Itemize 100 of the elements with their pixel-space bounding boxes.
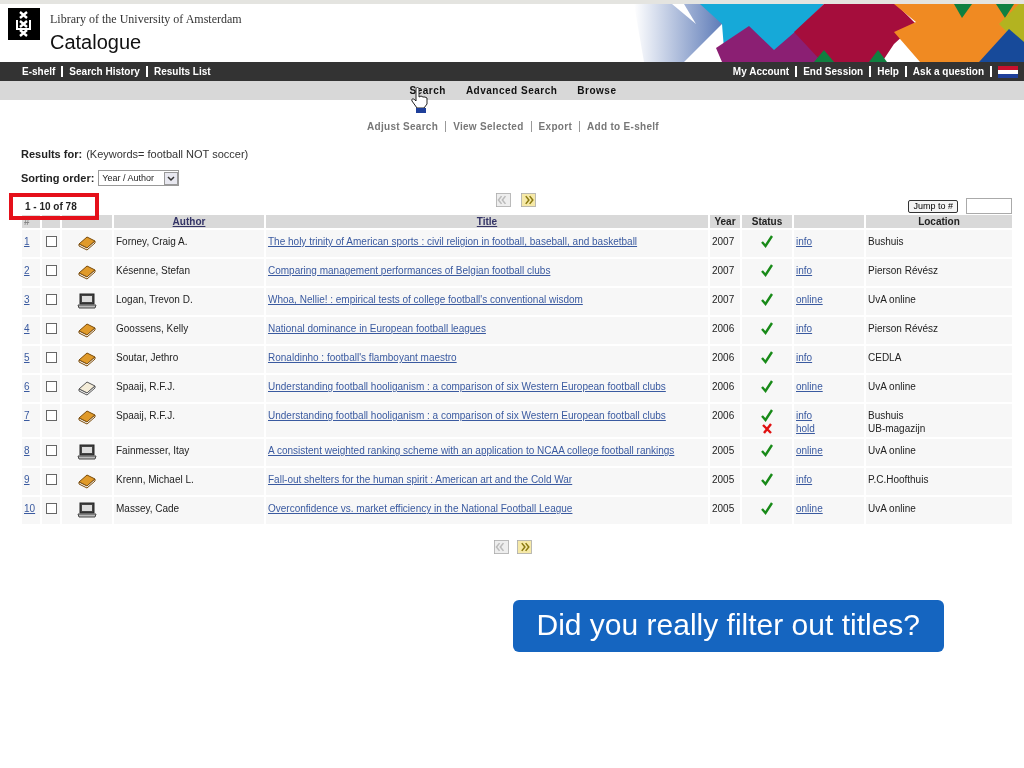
site-title: Catalogue [50, 31, 143, 54]
book-icon [78, 380, 96, 396]
checkbox[interactable] [45, 445, 57, 456]
holding-link[interactable]: info [796, 351, 813, 364]
checkbox[interactable] [45, 503, 57, 514]
results-label: Results for: [21, 148, 83, 160]
author-cell: Késenne, Stefan [116, 265, 190, 276]
holding-link[interactable]: online [796, 380, 823, 393]
author-cell: Fainmesser, Itay [116, 445, 190, 456]
next-page-button[interactable] [519, 193, 538, 207]
author-cell: Forney, Craig A. [116, 236, 188, 247]
nav-link[interactable]: Results List [153, 66, 211, 77]
year-cell: 2005 [712, 474, 735, 485]
sort-column-link[interactable]: Author [172, 216, 206, 227]
nav-link[interactable]: Search History [69, 66, 140, 77]
location-cell: Pierson Révész [868, 264, 939, 277]
holding-link[interactable]: online [796, 293, 823, 306]
result-count: 1 - 10 of 78 [9, 192, 99, 220]
nav-link[interactable]: My Account [732, 66, 790, 77]
book-icon [78, 264, 96, 280]
record-number-link[interactable]: 9 [24, 474, 30, 485]
location-cell: P.C.Hoofthuis [868, 473, 929, 486]
nav-link[interactable]: End Session [803, 66, 864, 77]
location-cell: UvA online [868, 502, 916, 515]
action-link[interactable]: Adjust Search [366, 121, 439, 132]
jump-button[interactable]: Jump to # [908, 199, 958, 213]
flag-icon[interactable] [998, 65, 1018, 78]
checkbox[interactable] [45, 236, 57, 247]
holding-link[interactable]: info [796, 264, 813, 277]
logo-icon [8, 8, 40, 40]
checkbox[interactable] [45, 474, 57, 485]
search-tab[interactable]: Browse [577, 85, 617, 96]
record-number-link[interactable]: 1 [24, 236, 30, 247]
location-cell: UvA online [868, 380, 916, 393]
location-cell: CEDLA [868, 351, 902, 364]
holding-link[interactable]: online [796, 444, 823, 457]
computer-icon [77, 444, 97, 460]
sort-column-link[interactable]: Title [476, 216, 498, 227]
year-cell: 2006 [712, 381, 735, 392]
holding-link[interactable]: info [796, 409, 813, 422]
nav-link[interactable]: Ask a question [912, 66, 984, 77]
location-cell: Pierson Révész [868, 322, 939, 335]
author-cell: Goossens, Kelly [116, 323, 189, 334]
record-number-link[interactable]: 4 [24, 323, 30, 334]
record-number-link[interactable]: 2 [24, 265, 30, 276]
year-cell: 2006 [712, 410, 735, 421]
author-cell: Spaaij, R.F.J. [116, 381, 175, 392]
action-link[interactable]: Export [538, 121, 573, 132]
record-number-link[interactable]: 8 [24, 445, 30, 456]
title-link[interactable]: Ronaldinho : football's flamboyant maestro [268, 352, 457, 363]
book-icon [78, 235, 96, 251]
author-cell: Massey, Cade [116, 503, 180, 514]
institution-name: Library of the University of Amsterdam [50, 12, 242, 27]
author-cell: Krenn, Michael L. [116, 474, 194, 485]
book-icon [78, 409, 96, 425]
search-tab[interactable]: Advanced Search [465, 85, 558, 96]
checkbox[interactable] [45, 352, 57, 363]
computer-icon [77, 502, 97, 518]
holding-link[interactable]: hold [796, 422, 815, 435]
year-cell: 2006 [712, 323, 735, 334]
record-number-link[interactable]: 6 [24, 381, 30, 392]
column-header: Location [918, 216, 960, 227]
book-icon [78, 351, 96, 367]
nav-link[interactable]: E-shelf [22, 66, 56, 77]
caret-icon[interactable] [164, 171, 179, 185]
record-number-link[interactable]: 5 [24, 352, 30, 363]
checkbox[interactable] [45, 265, 57, 276]
sort-dropdown[interactable]: Year / Author [98, 170, 180, 186]
query-text: (Keywords= football NOT soccer) [86, 148, 249, 160]
book-icon [78, 473, 96, 489]
next-page-button[interactable] [515, 540, 534, 554]
location-cell: Bushuis [868, 409, 904, 422]
column-header: Year [714, 216, 736, 227]
year-cell: 2005 [712, 503, 735, 514]
jump-field[interactable] [966, 198, 1012, 214]
year-cell: 2005 [712, 445, 735, 456]
sorting-label: Sorting order: [21, 172, 95, 184]
location-cell: UvA online [868, 293, 916, 306]
author-cell: Soutar, Jethro [116, 352, 179, 363]
author-cell: Logan, Trevon D. [116, 294, 193, 305]
checkbox[interactable] [45, 410, 57, 421]
nav-link[interactable]: Help [877, 66, 899, 77]
record-number-link[interactable]: 3 [24, 294, 30, 305]
action-link[interactable]: View Selected [453, 121, 524, 132]
holding-link[interactable]: info [796, 235, 813, 248]
holding-link[interactable]: info [796, 473, 813, 486]
holding-link[interactable]: info [796, 322, 813, 335]
year-cell: 2007 [712, 294, 735, 305]
checkbox[interactable] [45, 323, 57, 334]
record-number-link[interactable]: 7 [24, 410, 30, 421]
checkbox[interactable] [45, 294, 57, 305]
author-cell: Spaaij, R.F.J. [116, 410, 175, 421]
location-cell: UvA online [868, 444, 916, 457]
column-header: Status [751, 216, 783, 227]
checkbox[interactable] [45, 381, 57, 392]
holding-link[interactable]: online [796, 502, 823, 515]
book-icon [78, 322, 96, 338]
location-cell: UB-magazijn [868, 422, 926, 435]
computer-icon [77, 293, 97, 309]
action-link[interactable]: Add to E-shelf [587, 121, 659, 132]
